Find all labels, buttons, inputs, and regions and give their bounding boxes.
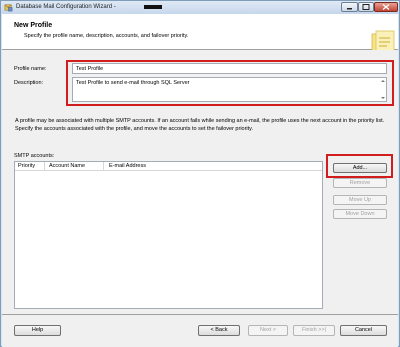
profile-name-label: Profile name: — [14, 66, 47, 72]
list-header-divider — [15, 170, 322, 171]
minimize-icon — [347, 8, 352, 10]
wizard-footer: Help < Back Next > Finish >>| Cancel — [2, 314, 398, 347]
smtp-accounts-list[interactable]: Priority Account Name E-mail Address — [14, 161, 323, 309]
maximize-button[interactable] — [358, 2, 374, 12]
close-icon — [382, 4, 390, 10]
maximize-icon — [362, 4, 370, 10]
move-up-button[interactable]: Move Up — [333, 195, 387, 205]
wizard-content: Profile name: Test Profile Description: … — [2, 50, 398, 314]
highlight-box-add — [326, 154, 393, 178]
back-button[interactable]: < Back — [198, 325, 240, 336]
minimize-button[interactable] — [341, 2, 358, 12]
title-bar[interactable]: Database Mail Configuration Wizard - — [1, 1, 399, 14]
column-header-email-address[interactable]: E-mail Address — [109, 163, 146, 169]
column-header-account-name[interactable]: Account Name — [49, 163, 85, 169]
window-title: Database Mail Configuration Wizard - — [16, 4, 116, 10]
highlight-box-profile — [66, 60, 394, 106]
remove-button[interactable]: Remove — [333, 178, 387, 188]
description-label: Description: — [14, 80, 44, 86]
cancel-button[interactable]: Cancel — [340, 325, 387, 336]
finish-button[interactable]: Finish >>| — [293, 325, 335, 336]
move-down-button[interactable]: Move Down — [333, 209, 387, 219]
column-separator — [103, 162, 104, 170]
column-header-priority[interactable]: Priority — [18, 163, 35, 169]
close-button[interactable] — [374, 2, 398, 12]
database-mail-icon — [4, 4, 13, 12]
column-separator — [44, 162, 45, 170]
info-paragraph: A profile may be associated with multipl… — [15, 118, 385, 132]
page-subtitle: Specify the profile name, description, a… — [24, 33, 189, 39]
next-button[interactable]: Next > — [248, 325, 288, 336]
page-title: New Profile — [14, 22, 53, 29]
help-button[interactable]: Help — [14, 325, 61, 336]
wizard-header: New Profile Specify the profile name, de… — [2, 14, 398, 57]
redacted-server-name — [144, 5, 162, 9]
smtp-accounts-label: SMTP accounts: — [14, 153, 55, 159]
wizard-window: Database Mail Configuration Wizard - New… — [0, 0, 400, 347]
